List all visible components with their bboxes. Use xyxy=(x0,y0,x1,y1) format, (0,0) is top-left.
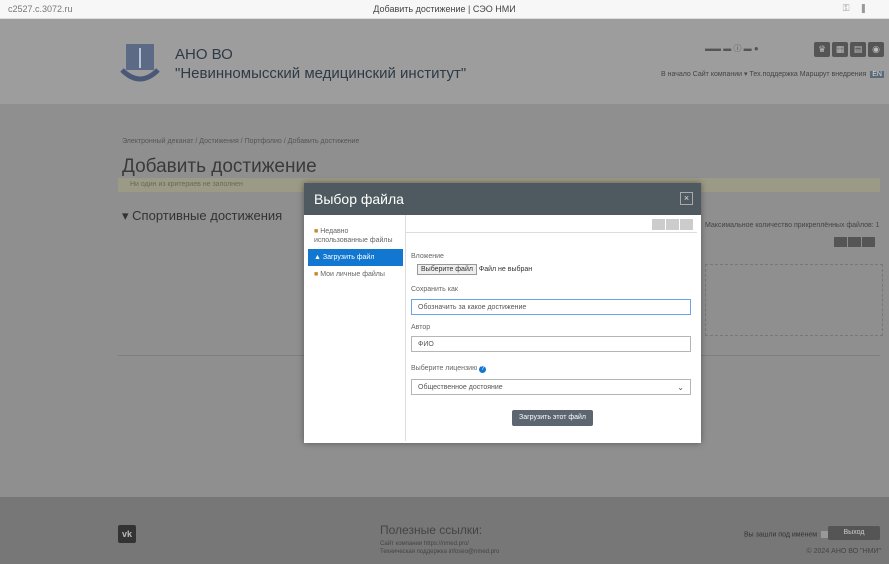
institute-logo xyxy=(120,44,160,82)
browser-title: Добавить достижение | СЭО НМИ xyxy=(373,4,516,14)
sidebar-item-upload[interactable]: ▲ Загрузить файл xyxy=(308,249,403,266)
header-tools: ♛ ▦ ▤ ◉ xyxy=(812,39,884,57)
author-label: Автор xyxy=(411,324,431,331)
footer-link-support[interactable]: Техническая поддержка infoseo@nmed.pro xyxy=(380,549,499,555)
icons-view-icon[interactable] xyxy=(834,237,847,247)
grid-icon[interactable]: ▦ xyxy=(832,42,848,57)
breadcrumb[interactable]: Электронный деканат / Достижения / Портф… xyxy=(122,138,359,145)
sidebar-item-label: Загрузить файл xyxy=(322,254,375,261)
nav-support[interactable]: Тех.поддержка xyxy=(749,71,797,78)
copyright: © 2024 АНО ВО "НМИ" xyxy=(806,548,881,555)
trophy-icon[interactable]: ♛ xyxy=(814,42,830,57)
dialog-header: Выбор файла × xyxy=(304,183,701,215)
header-icons[interactable]: ▬▬ ▬ ⓘ ▬ ● xyxy=(705,43,759,54)
dialog-toolbar xyxy=(406,215,697,233)
calendar-icon[interactable]: ▤ xyxy=(850,42,866,57)
section-header[interactable]: ▾ Спортивные достижения xyxy=(122,208,282,224)
footer-link-company[interactable]: Сайт компании https://nmed.pro/ xyxy=(380,541,469,547)
org-name-line2: "Невинномысский медицинский институт" xyxy=(175,65,467,82)
chevron-down-icon: ⌄ xyxy=(677,383,684,392)
vk-icon[interactable]: vk xyxy=(118,525,136,543)
nav-company[interactable]: Сайт компании ▾ xyxy=(693,71,748,78)
author-input[interactable]: ФИО xyxy=(411,336,691,352)
list-view-icon[interactable] xyxy=(666,219,679,230)
file-input[interactable]: Выберите файл Файл не выбран xyxy=(417,264,532,275)
max-files-note: Максимальное количество прикреплённых фа… xyxy=(705,222,880,229)
dialog-sidebar: ■ Недавно использованные файлы ▲ Загрузи… xyxy=(308,223,403,283)
license-label: Выберите лицензию xyxy=(411,365,478,372)
icons-view-icon[interactable] xyxy=(652,219,665,230)
list-view-icon[interactable] xyxy=(848,237,861,247)
view-buttons xyxy=(833,234,875,252)
license-select[interactable]: Общественное достояние ⌄ xyxy=(411,379,691,395)
chevron-down-icon: ▾ xyxy=(122,208,129,223)
org-name-line1: АНО ВО xyxy=(175,46,233,63)
file-drop-zone[interactable] xyxy=(705,264,883,336)
logged-in-label: Вы зашли под именем xyxy=(744,531,818,539)
save-as-input[interactable]: Обозначить за какое достижение xyxy=(411,299,691,315)
language-button[interactable]: EN xyxy=(870,71,884,78)
warning-text: Ни один из критериев не заполнен xyxy=(130,181,243,188)
dialog-title: Выбор файла xyxy=(314,191,404,207)
attachment-label: Вложение xyxy=(411,253,444,260)
sidebar-item-private[interactable]: ■ Мои личные файлы xyxy=(308,266,403,283)
sidebar-item-label: Недавно использованные файлы xyxy=(314,228,393,244)
page-title: Добавить достижение xyxy=(122,156,317,177)
nav-route[interactable]: Маршрут внедрения xyxy=(800,71,867,78)
save-as-label: Сохранить как xyxy=(411,286,458,293)
license-label-row: Выберите лицензию ? xyxy=(411,365,487,373)
file-picker-dialog: Выбор файла × ■ Недавно использованные ф… xyxy=(304,183,701,443)
no-file-text: Файл не выбран xyxy=(478,266,533,273)
folder-view-icon[interactable] xyxy=(862,237,875,247)
browser-bar: c2527.c.3072.ru Добавить достижение | СЭ… xyxy=(0,0,889,19)
upload-button[interactable]: Загрузить этот файл xyxy=(512,410,593,426)
license-value: Общественное достояние xyxy=(418,384,503,391)
choose-file-button[interactable]: Выберите файл xyxy=(417,264,477,275)
upload-icon: ▲ xyxy=(314,254,323,261)
sidebar-item-label: Мои личные файлы xyxy=(320,271,385,278)
sidebar-item-recent[interactable]: ■ Недавно использованные файлы xyxy=(308,223,403,249)
top-nav: В начало Сайт компании ▾ Тех.поддержка М… xyxy=(661,70,884,78)
help-icon[interactable]: ? xyxy=(479,366,487,373)
folder-view-icon[interactable] xyxy=(680,219,693,230)
footer-title: Полезные ссылки: xyxy=(380,523,483,537)
dialog-main: Вложение Выберите файл Файл не выбран Со… xyxy=(405,215,697,441)
header: АНО ВО "Невинномысский медицинский инсти… xyxy=(0,19,889,104)
logout-button[interactable]: Выход xyxy=(828,526,880,540)
user-icon[interactable]: ◉ xyxy=(868,42,884,57)
nav-home[interactable]: В начало xyxy=(661,71,691,78)
section-title: Спортивные достижения xyxy=(132,208,283,223)
browser-icons[interactable]: ⚿❚ xyxy=(843,3,877,14)
close-icon[interactable]: × xyxy=(680,192,693,205)
